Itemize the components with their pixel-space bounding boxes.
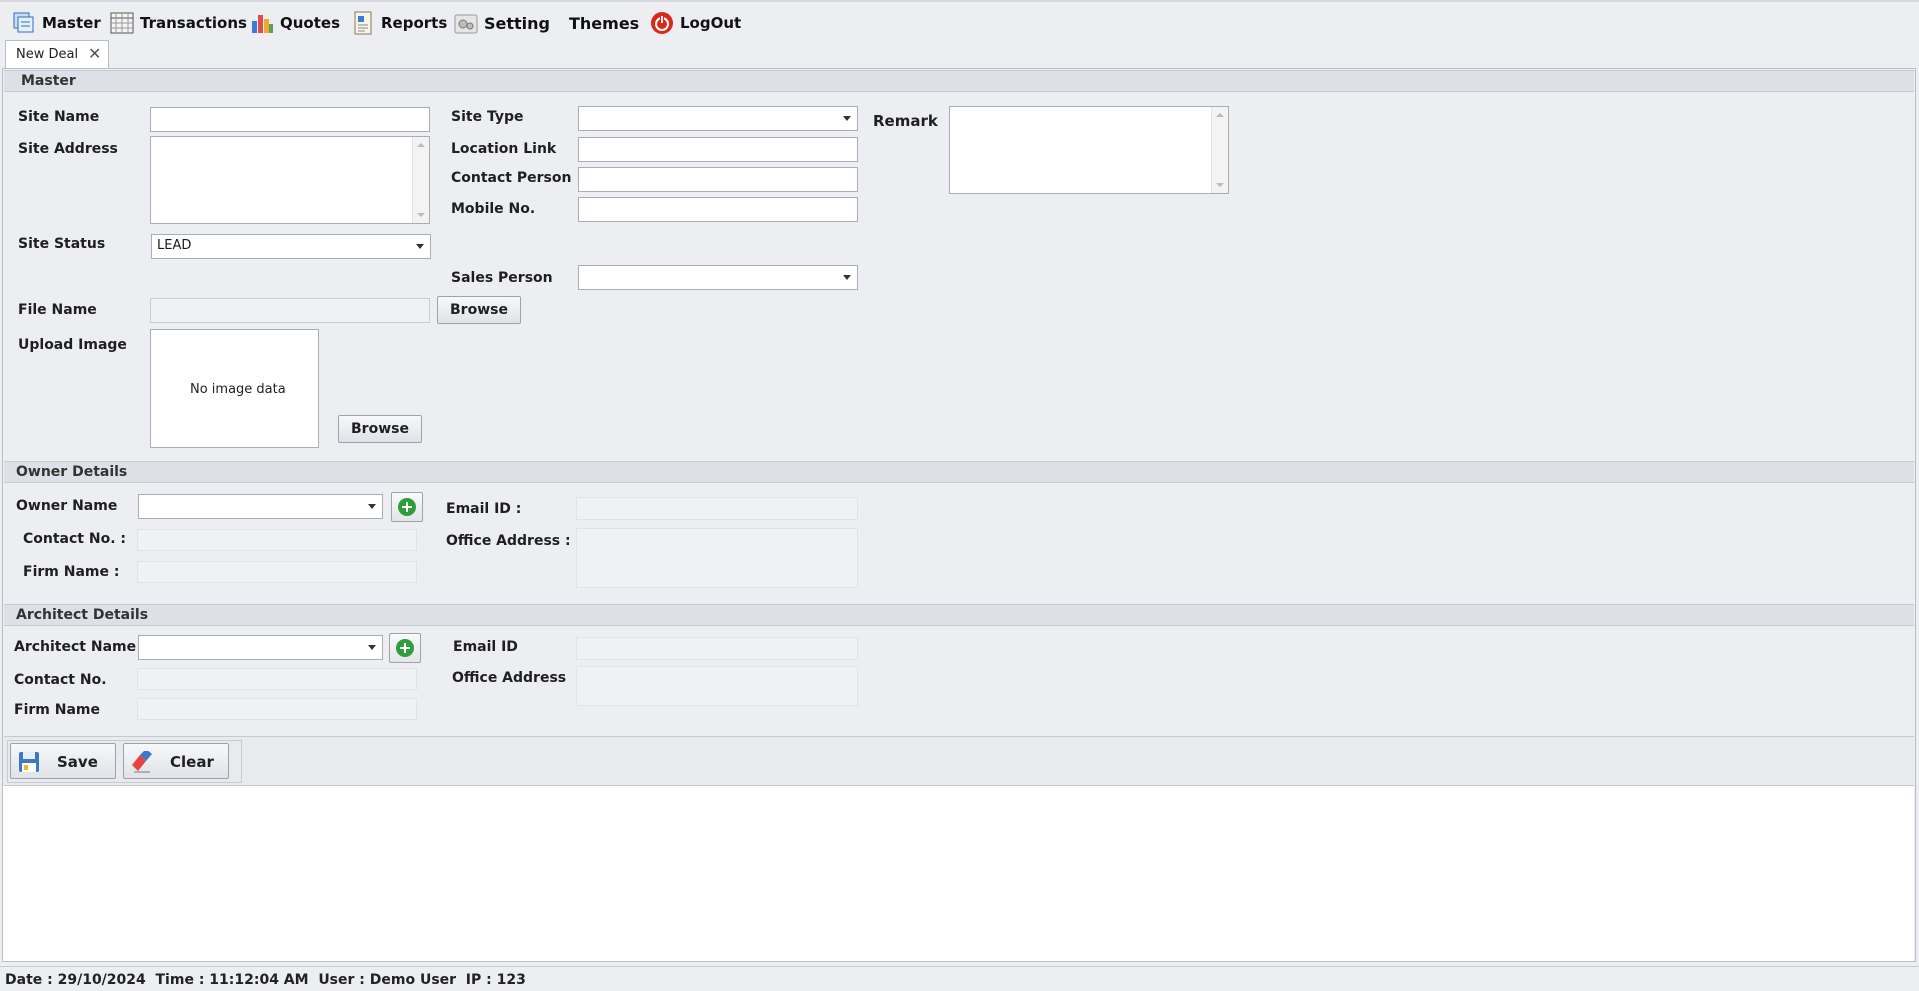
location-link-label: Location Link xyxy=(451,141,557,157)
browse-file-button[interactable]: Browse xyxy=(437,296,521,324)
menu-logout-label: LogOut xyxy=(680,14,742,32)
site-address-textarea[interactable] xyxy=(150,136,430,224)
bar-chart-icon xyxy=(250,11,274,35)
menu-themes-label: Themes xyxy=(569,13,640,33)
architect-section-header: Architect Details xyxy=(4,604,1914,626)
settings-icon xyxy=(454,11,478,35)
menu-reports[interactable]: Reports xyxy=(351,10,447,36)
owner-email-value xyxy=(576,497,858,520)
chevron-down-icon xyxy=(843,116,851,121)
owner-name-select[interactable] xyxy=(138,494,383,519)
tab-new-deal[interactable]: New Deal ✕ xyxy=(5,40,109,68)
sales-person-select[interactable] xyxy=(578,265,858,290)
sales-person-label: Sales Person xyxy=(451,270,553,286)
menu-reports-label: Reports xyxy=(381,14,448,32)
clear-label: Clear xyxy=(170,753,214,771)
plus-icon xyxy=(398,498,416,516)
chevron-down-icon xyxy=(416,244,424,249)
site-status-value: LEAD xyxy=(157,238,192,253)
content-area xyxy=(3,786,1914,961)
owner-name-label: Owner Name xyxy=(16,498,118,514)
add-architect-button[interactable] xyxy=(389,633,421,663)
menu-transactions-label: Transactions xyxy=(140,14,247,32)
architect-contact-label: Contact No. xyxy=(14,672,107,688)
owner-email-label: Email ID : xyxy=(446,501,522,517)
owner-firm-value xyxy=(137,561,417,583)
mobile-label: Mobile No. xyxy=(451,201,536,217)
menu-themes[interactable]: Themes xyxy=(569,10,639,36)
architect-name-select[interactable] xyxy=(138,635,383,660)
save-button[interactable]: Save xyxy=(10,743,116,779)
site-status-label: Site Status xyxy=(18,236,106,252)
site-address-scrollbar[interactable] xyxy=(412,137,429,223)
menu-setting-label: Setting xyxy=(484,13,550,33)
chevron-down-icon xyxy=(843,275,851,280)
floppy-disk-icon xyxy=(18,751,40,777)
master-section-header: Master xyxy=(4,70,1914,92)
file-name-label: File Name xyxy=(18,302,97,318)
architect-office-value xyxy=(576,666,858,706)
image-preview: No image data xyxy=(150,329,319,448)
transactions-icon xyxy=(110,11,134,35)
menu-setting[interactable]: Setting xyxy=(454,10,550,36)
architect-name-label: Architect Name xyxy=(14,639,137,655)
menu-quotes[interactable]: Quotes xyxy=(250,10,340,36)
plus-icon xyxy=(396,639,414,657)
architect-email-value xyxy=(576,637,858,660)
save-label: Save xyxy=(57,753,98,771)
remark-label: Remark xyxy=(873,112,938,130)
architect-email-label: Email ID xyxy=(453,639,518,655)
status-text: Date : 29/10/2024 Time : 11:12:04 AM Use… xyxy=(5,972,526,988)
tab-label: New Deal xyxy=(16,47,79,62)
file-name-input[interactable] xyxy=(150,298,430,323)
owner-office-label: Office Address : xyxy=(446,533,571,549)
browse-image-button[interactable]: Browse xyxy=(338,415,422,443)
menu-bar: Master Transactions Quotes Reports Setti… xyxy=(0,0,1919,36)
action-bar xyxy=(4,736,1914,786)
site-type-select[interactable] xyxy=(578,106,858,131)
menu-master[interactable]: Master xyxy=(12,10,101,36)
architect-office-label: Office Address xyxy=(452,670,567,686)
architect-section-title: Architect Details xyxy=(16,607,149,623)
master-icon xyxy=(12,11,36,35)
site-address-label: Site Address xyxy=(18,141,118,157)
master-section-title: Master xyxy=(21,73,76,89)
site-name-input[interactable] xyxy=(150,107,430,132)
upload-image-label: Upload Image xyxy=(18,337,127,353)
architect-firm-value xyxy=(137,698,417,720)
contact-person-label: Contact Person xyxy=(451,170,572,186)
chevron-down-icon xyxy=(368,645,376,650)
owner-section-title: Owner Details xyxy=(16,464,128,480)
menu-transactions[interactable]: Transactions xyxy=(110,10,247,36)
owner-office-value xyxy=(576,528,858,588)
eraser-icon xyxy=(130,749,154,777)
architect-contact-value xyxy=(137,668,417,690)
menu-quotes-label: Quotes xyxy=(280,14,341,32)
contact-person-input[interactable] xyxy=(578,167,858,192)
menu-logout[interactable]: LogOut xyxy=(650,10,741,36)
location-link-input[interactable] xyxy=(578,137,858,162)
site-status-select[interactable]: LEAD xyxy=(151,234,431,259)
owner-section-header: Owner Details xyxy=(4,461,1914,483)
chevron-down-icon xyxy=(368,504,376,509)
mobile-input[interactable] xyxy=(578,197,858,222)
close-icon[interactable]: ✕ xyxy=(88,44,101,63)
owner-contact-label: Contact No. : xyxy=(23,531,126,547)
owner-contact-value xyxy=(137,529,417,551)
menu-master-label: Master xyxy=(42,14,101,32)
clear-button[interactable]: Clear xyxy=(123,743,229,779)
power-icon xyxy=(650,11,674,35)
browse-file-label: Browse xyxy=(450,302,508,318)
site-type-label: Site Type xyxy=(451,109,524,125)
architect-firm-label: Firm Name xyxy=(14,702,100,718)
remark-scrollbar[interactable] xyxy=(1211,107,1228,193)
remark-textarea[interactable] xyxy=(949,106,1229,194)
owner-firm-label: Firm Name : xyxy=(23,564,120,580)
add-owner-button[interactable] xyxy=(391,492,423,522)
browse-image-label: Browse xyxy=(351,421,409,437)
site-name-label: Site Name xyxy=(18,109,100,125)
no-image-text: No image data xyxy=(190,382,286,397)
status-bar: Date : 29/10/2024 Time : 11:12:04 AM Use… xyxy=(0,966,1919,991)
report-icon xyxy=(351,11,375,35)
